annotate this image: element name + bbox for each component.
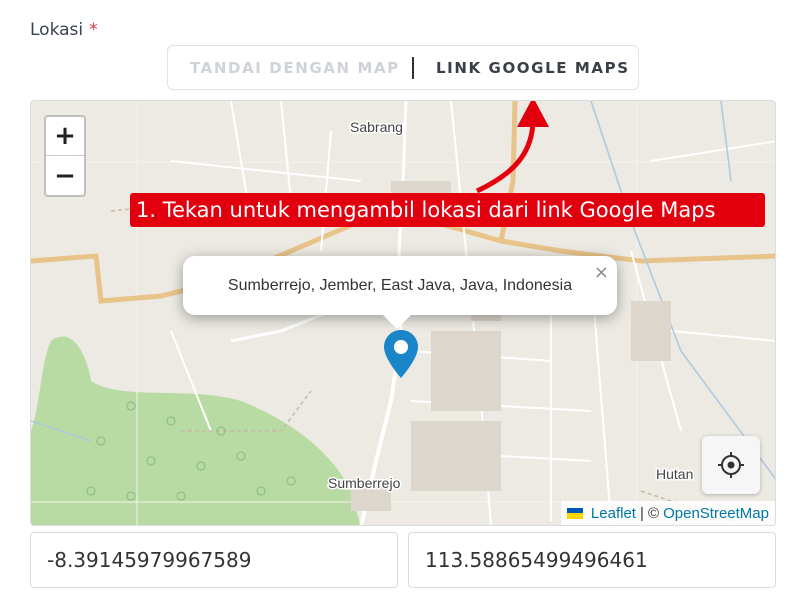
- latitude-input[interactable]: [30, 532, 398, 588]
- locate-me-button[interactable]: [702, 436, 760, 494]
- tab-google-maps-link[interactable]: LINK GOOGLE MAPS: [414, 46, 630, 89]
- required-mark: *: [89, 20, 98, 40]
- instruction-arrow-icon: [475, 101, 549, 194]
- location-label: Lokasi *: [30, 20, 98, 40]
- location-popup: Sumberrejo, Jember, East Java, Java, Ind…: [183, 256, 617, 329]
- zoom-control: + −: [44, 115, 86, 197]
- crosshair-icon: [718, 452, 744, 478]
- openstreetmap-link[interactable]: OpenStreetMap: [663, 505, 769, 522]
- place-label-hutan: Hutan: [656, 466, 693, 482]
- location-mode-toggle: TANDAI DENGAN MAP LINK GOOGLE MAPS: [167, 45, 639, 90]
- place-label-sumberrejo: Sumberrejo: [328, 475, 401, 491]
- zoom-in-button[interactable]: +: [46, 117, 84, 156]
- leaflet-link[interactable]: Leaflet: [591, 505, 636, 522]
- map-view[interactable]: Sabrang Sumberrejo Hutan + − Sumberrejo,…: [30, 100, 776, 526]
- instruction-text: 1. Tekan untuk mengambil lokasi dari lin…: [136, 198, 716, 222]
- instruction-callout: 1. Tekan untuk mengambil lokasi dari lin…: [130, 193, 765, 227]
- place-label-sabrang: Sabrang: [350, 119, 403, 135]
- location-marker-icon[interactable]: [383, 330, 419, 378]
- location-label-text: Lokasi: [30, 20, 84, 40]
- tab-mark-on-map[interactable]: TANDAI DENGAN MAP: [168, 46, 404, 89]
- popup-address: Sumberrejo, Jember, East Java, Java, Ind…: [227, 276, 573, 294]
- popup-close-button[interactable]: ×: [594, 262, 609, 283]
- longitude-input[interactable]: [408, 532, 776, 588]
- ukraine-flag-icon: [566, 507, 583, 519]
- attribution-separator: | ©: [639, 504, 660, 522]
- zoom-out-button[interactable]: −: [46, 156, 84, 195]
- map-attribution: Leaflet | © OpenStreetMap: [560, 501, 775, 525]
